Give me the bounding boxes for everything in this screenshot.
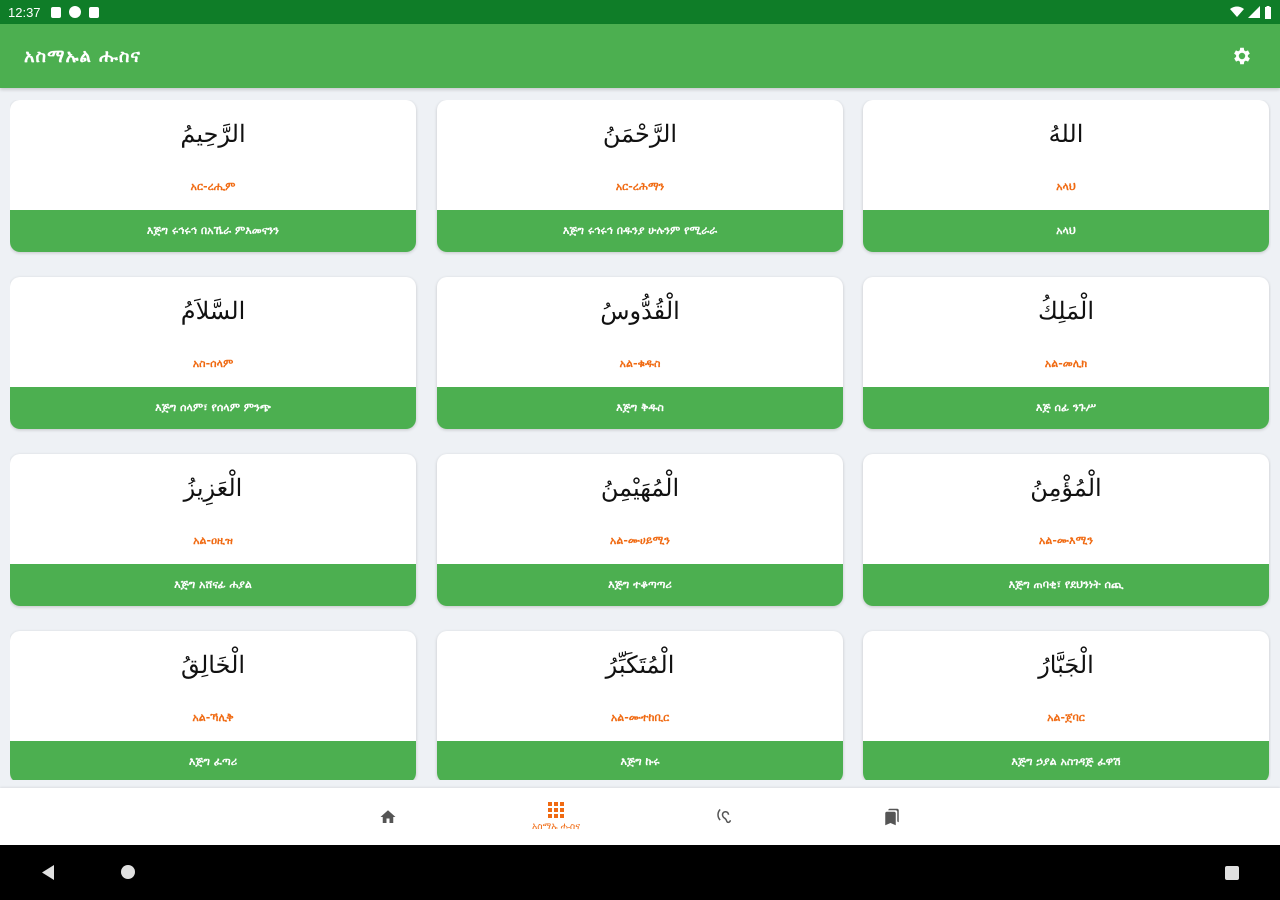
meaning-bar: እጅግ አሸናፊ ሐያል <box>10 564 416 606</box>
meaning-bar: እጅግ ቅዱስ <box>437 387 843 429</box>
app-title: አስማኡል ሑስና <box>24 45 141 67</box>
name-card[interactable]: الْمَلِكُ አል-መሊክ እጅ ሰፊ ንጉሥ <box>863 277 1269 429</box>
grid-icon <box>548 802 564 818</box>
name-card[interactable]: الْعَزِيزُ አል-ዐዚዝ እጅግ አሸናፊ ሐያል <box>10 454 416 606</box>
battery-icon <box>1265 5 1271 19</box>
meaning-bar: እጅግ ኃያል አስገዳጅ ፈዋሽ <box>863 741 1269 780</box>
transliteration: አስ-ሰላም <box>192 357 234 370</box>
meaning-bar: እጅግ ሩኅሩኅ በዱንያ ሁሉንም የሚራራ <box>437 210 843 252</box>
arabic-name: الْمَلِكُ <box>1037 297 1095 325</box>
transliteration: አል-ዐዚዝ <box>193 534 233 547</box>
name-card[interactable]: الْمُتَكَبِّرُ አል-ሙተከቢር እጅግ ኩሩ <box>437 631 843 780</box>
settings-button[interactable] <box>1228 42 1256 70</box>
meaning-bar: እጅግ ፈጣሪ <box>10 741 416 780</box>
names-grid: اللهُ አላህ አላህ الرَّحْمَنُ አር-ረሕማን እጅግ ሩኅ… <box>10 100 1271 780</box>
arabic-name: الْخَالِقُ <box>180 651 246 679</box>
transliteration: አል-ጀባር <box>1047 711 1085 724</box>
back-icon[interactable] <box>40 864 56 881</box>
arabic-name: الْجَبَّارُ <box>1038 651 1094 679</box>
notification-icon <box>50 6 61 18</box>
app-notification-icon <box>68 6 81 18</box>
name-card[interactable]: اللهُ አላህ አላህ <box>863 100 1269 252</box>
name-card[interactable]: الْمُهَيْمِنُ አል-ሙሀይሚን እጅግ ተቆጣጣሪ <box>437 454 843 606</box>
transliteration: አል-ቁዱስ <box>619 357 661 370</box>
name-card[interactable]: السَّلاَمُ አስ-ሰላም እጅግ ሰላም፣ የሰላም ምንጭ <box>10 277 416 429</box>
home-icon <box>380 809 396 823</box>
transliteration: አላህ <box>1056 180 1076 193</box>
name-card[interactable]: الرَّحْمَنُ አር-ረሕማን እጅግ ሩኅሩኅ በዱንያ ሁሉንም የ… <box>437 100 843 252</box>
meaning-bar: እጅግ ጠባቂ፣ የደህንነት ሰጪ <box>863 564 1269 606</box>
transliteration: አር-ረሕማን <box>615 180 665 193</box>
name-card[interactable]: الْجَبَّارُ አል-ጀባር እጅግ ኃያል አስገዳጅ ፈዋሽ <box>863 631 1269 780</box>
name-card[interactable]: الْخَالِقُ አል-ኻሊቅ እጅግ ፈጣሪ <box>10 631 416 780</box>
meaning-bar: እጅግ ኩሩ <box>437 741 843 780</box>
system-navigation-bar <box>0 845 1280 900</box>
recents-icon[interactable] <box>1224 865 1240 881</box>
arabic-name: الْمُؤْمِنُ <box>1030 474 1102 502</box>
arabic-name: الرَّحِيمُ <box>180 120 246 148</box>
name-card[interactable]: الرَّحِيمُ አር-ረሒም እጅግ ሩኅሩኅ በአኼራ ምእመናንን <box>10 100 416 252</box>
signal-icon <box>1248 6 1260 18</box>
transliteration: አል-መሊክ <box>1044 357 1088 370</box>
nav-audio[interactable] <box>669 788 779 845</box>
ear-icon <box>717 808 732 823</box>
bottom-navigation: አስማኡ ሑስና <box>0 788 1280 845</box>
arabic-name: الْقُدُّوسُ <box>600 297 680 325</box>
name-card[interactable]: الْمُؤْمِنُ አል-ሙእሚን እጅግ ጠባቂ፣ የደህንነት ሰጪ <box>863 454 1269 606</box>
status-bar: 12:37 <box>0 0 1280 24</box>
nav-bookmarks[interactable] <box>837 788 947 845</box>
arabic-name: الْمُتَكَبِّرُ <box>605 651 675 679</box>
nav-names-grid-label: አስማኡ ሑስና <box>531 822 580 832</box>
arabic-name: الرَّحْمَنُ <box>602 120 678 148</box>
status-indicators <box>1230 5 1272 19</box>
wifi-icon <box>1230 6 1244 17</box>
meaning-bar: እጅግ ተቆጣጣሪ <box>437 564 843 606</box>
app-bar: አስማኡል ሑስና <box>0 24 1280 88</box>
meaning-bar: እጅ ሰፊ ንጉሥ <box>863 387 1269 429</box>
bookmark-icon <box>885 808 899 825</box>
arabic-name: اللهُ <box>1048 120 1084 148</box>
home-circle-icon[interactable] <box>120 864 136 880</box>
transliteration: አል-ኻሊቅ <box>192 711 234 724</box>
transliteration: አር-ረሒም <box>190 180 236 193</box>
gear-icon <box>1234 47 1250 65</box>
name-card[interactable]: الْقُدُّوسُ አል-ቁዱስ እጅግ ቅዱስ <box>437 277 843 429</box>
transliteration: አል-ሙሀይሚን <box>609 534 671 547</box>
sd-card-icon <box>88 6 99 18</box>
nav-names-grid[interactable]: አስማኡ ሑስና <box>501 788 611 845</box>
meaning-bar: እጅግ ሩኅሩኅ በአኼራ ምእመናንን <box>10 210 416 252</box>
status-time: 12:37 <box>8 4 41 20</box>
nav-home[interactable] <box>333 788 443 845</box>
meaning-bar: እጅግ ሰላም፣ የሰላም ምንጭ <box>10 387 416 429</box>
meaning-bar: አላህ <box>863 210 1269 252</box>
transliteration: አል-ሙእሚን <box>1038 534 1094 547</box>
arabic-name: الْعَزِيزُ <box>183 474 243 502</box>
arabic-name: السَّلاَمُ <box>180 297 246 325</box>
arabic-name: الْمُهَيْمِنُ <box>600 474 680 502</box>
transliteration: አል-ሙተከቢር <box>610 711 670 724</box>
